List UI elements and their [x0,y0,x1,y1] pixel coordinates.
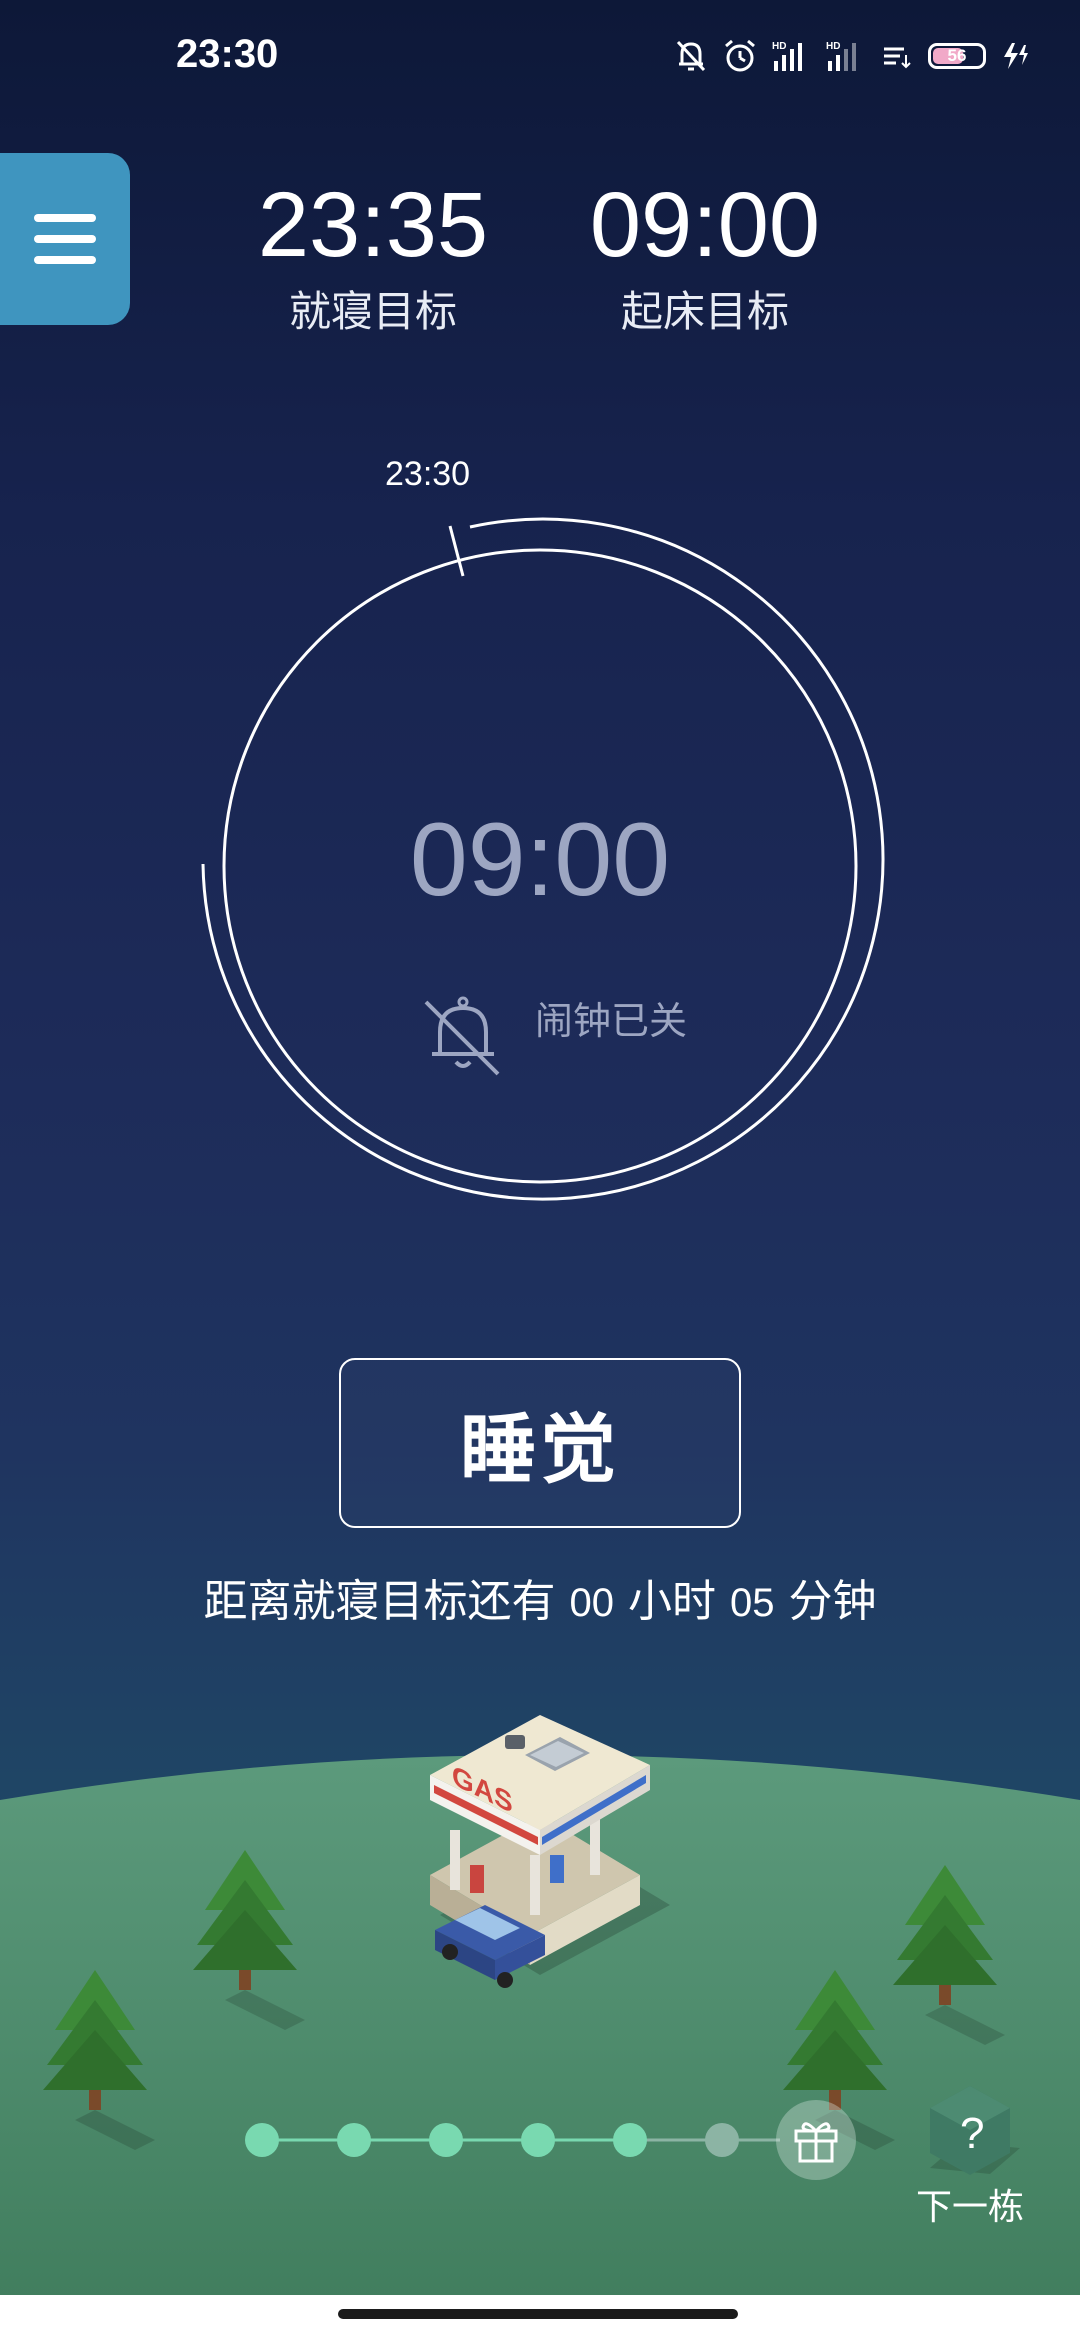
bedtime-countdown: 距离就寝目标还有 00 小时 05 分钟 [0,1565,1080,1629]
progress-step-done [429,2123,463,2157]
reward-gift-button[interactable] [776,2100,856,2180]
progress-step-pending [705,2123,739,2157]
bell-off-icon [676,40,706,72]
countdown-minutes-unit: 分钟 [788,1576,877,1627]
mystery-house-icon: ? [930,2086,1020,2175]
hd-signal-icon: HD [772,41,802,71]
bedtime-target-time: 23:35 [257,174,489,276]
alarm-status-text: 闹钟已关 [535,999,688,1043]
svg-text:HD: HD [772,41,786,52]
progress-step-done [245,2123,279,2157]
sleep-button-label: 睡觉 [460,1405,620,1494]
status-bar: 23:30 HD HD 56 [0,0,1080,120]
status-icons: HD HD 56 [674,38,1030,74]
countdown-hours: 00 [569,1581,615,1625]
network-speed-icon [884,47,911,69]
progress-step-done [521,2123,555,2157]
dial-current-time-tick [448,525,465,577]
ground-scene: GAS [0,1715,1080,2340]
battery-level: 56 [947,46,967,65]
next-building-symbol: ? [960,2109,984,2158]
status-time: 23:30 [176,32,279,76]
alarm-clock-icon [725,39,755,72]
gift-icon [794,2122,838,2163]
next-building-button[interactable]: ? 下一栋 [910,2078,1030,2228]
hd-signal-icon: HD [826,41,856,71]
countdown-hours-unit: 小时 [628,1576,716,1627]
next-building-label: 下一栋 [915,2187,1024,2228]
hamburger-menu-icon [34,214,96,264]
progress-step-done [337,2123,371,2157]
menu-button[interactable] [0,153,130,325]
bedtime-target[interactable]: 23:35 就寝目标 [233,170,513,342]
wake-target[interactable]: 09:00 起床目标 [565,170,845,342]
countdown-prefix: 距离就寝目标还有 [203,1576,556,1627]
bell-off-icon[interactable] [418,990,508,1080]
wake-target-time: 09:00 [589,174,821,276]
sleep-button[interactable]: 睡觉 [339,1358,741,1528]
progress-step-done [613,2123,647,2157]
dial-alarm-time[interactable]: 09:00 [340,800,740,920]
bedtime-target-label: 就寝目标 [288,287,457,336]
home-indicator[interactable] [338,2309,738,2319]
wake-target-label: 起床目标 [620,287,789,336]
charging-icon [1004,43,1028,69]
svg-text:HD: HD [826,41,840,52]
battery-icon: 56 [928,43,986,69]
countdown-minutes: 05 [730,1581,775,1625]
dial-current-time-label: 23:30 [385,455,471,493]
